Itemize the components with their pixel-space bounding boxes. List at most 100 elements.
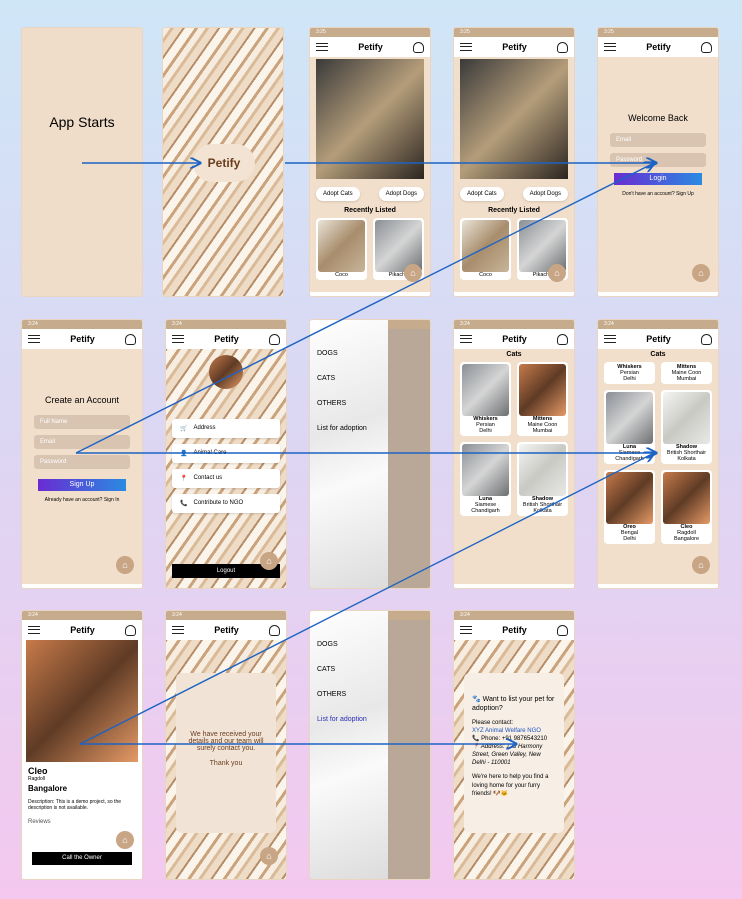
drawer-item-cats[interactable]: CATS — [310, 658, 388, 683]
app-title: Petify — [70, 334, 95, 344]
cat-card[interactable]: Whiskers Persian Delhi — [604, 362, 655, 384]
cart-icon: 🛒 — [180, 426, 188, 432]
profile-screen: 3:24 Petify 🛒 Address 👤 Animal Care 📍 Conta… — [166, 320, 286, 588]
drawer-item-list[interactable]: List for adoption — [310, 417, 388, 442]
home-icon[interactable]: ⌂ — [260, 552, 278, 570]
profile-icon[interactable] — [556, 41, 568, 53]
app-starts-label: App Starts — [49, 114, 115, 130]
thank-you-text: Thank you — [209, 760, 243, 767]
info-heading: 🐾 Want to list your pet for adoption? — [472, 696, 555, 713]
home-icon[interactable]: ⌂ — [692, 264, 710, 282]
address-item[interactable]: 🛒 Address — [172, 419, 280, 438]
profile-icon[interactable] — [700, 333, 712, 345]
login-screen: 3:25 Petify Welcome Back Email Password … — [598, 28, 718, 296]
pin-icon: 📍 — [180, 476, 188, 482]
home-icon[interactable]: ⌂ — [116, 556, 134, 574]
adopt-dogs-button[interactable]: Adopt Dogs — [522, 187, 568, 201]
pet-card[interactable]: Coco — [460, 218, 511, 280]
menu-icon[interactable] — [460, 43, 472, 51]
info-ngo[interactable]: XYZ Animal Welfare NGO — [472, 727, 556, 735]
profile-icon[interactable] — [268, 624, 280, 636]
info-contact: Please contact: — [472, 719, 514, 726]
cat-card[interactable]: Shadow British Shorthair Kolkata — [661, 390, 712, 464]
pet-photo — [26, 640, 138, 762]
cat-card[interactable]: Oreo Bengal Delhi — [604, 470, 655, 544]
home-icon[interactable]: ⌂ — [116, 831, 134, 849]
cat-card[interactable]: Luna Siamese Chandigarh — [604, 390, 655, 464]
drawer-item-dogs[interactable]: DOGS — [310, 633, 388, 658]
drawer-item-others[interactable]: OTHERS — [310, 392, 388, 417]
home-icon[interactable]: ⌂ — [548, 264, 566, 282]
menu-icon[interactable] — [604, 43, 616, 51]
contribute-item[interactable]: 📞 Contribute to NGO — [172, 494, 280, 513]
app-title: Petify — [214, 334, 239, 344]
cat-card[interactable]: Mittens Maine Coon Mumbai — [517, 362, 568, 436]
full-name-field[interactable]: Full Name — [34, 415, 130, 429]
profile-icon[interactable] — [556, 624, 568, 636]
menu-icon[interactable] — [316, 43, 328, 51]
info-phone[interactable]: 📞 Phone: +91 9876543210 — [472, 735, 556, 743]
drawer-item-dogs[interactable]: DOGS — [310, 342, 388, 367]
profile-icon[interactable] — [412, 41, 424, 53]
signin-link[interactable]: Already have an account? Sign In — [22, 497, 142, 503]
adopt-cats-button[interactable]: Adopt Cats — [460, 187, 504, 201]
profile-icon[interactable] — [556, 333, 568, 345]
hero-banner[interactable] — [316, 59, 424, 179]
menu-icon[interactable] — [172, 335, 184, 343]
recently-listed-title: Recently Listed — [344, 207, 396, 214]
drawer-screen-1: 3:24 DOGS CATS OTHERS List for adoption — [310, 320, 430, 588]
password-field[interactable]: Password — [610, 153, 706, 167]
recently-listed-title: Recently Listed — [488, 207, 540, 214]
home-screen-1: 3:25 Petify Adopt Cats Adopt Dogs Recentl… — [310, 28, 430, 296]
menu-icon[interactable] — [460, 335, 472, 343]
menu-icon[interactable] — [460, 626, 472, 634]
signup-button[interactable]: Sign Up — [38, 479, 126, 491]
call-owner-button[interactable]: Call the Owner — [32, 852, 132, 865]
home-icon[interactable]: ⌂ — [260, 847, 278, 865]
login-button[interactable]: Login — [614, 173, 702, 185]
cat-card[interactable]: Luna Siamese Chandigarh — [460, 442, 511, 516]
hero-banner[interactable] — [460, 59, 568, 179]
app-title: Petify — [358, 42, 383, 52]
phone-icon: 📞 — [180, 501, 188, 507]
home-icon[interactable]: ⌂ — [404, 264, 422, 282]
side-drawer: DOGS CATS OTHERS List for adoption — [310, 611, 388, 879]
profile-icon[interactable] — [124, 624, 136, 636]
home-icon[interactable]: ⌂ — [692, 556, 710, 574]
profile-icon[interactable] — [268, 333, 280, 345]
cat-card[interactable]: Cleo Ragdoll Bangalore — [661, 470, 712, 544]
adopt-cats-button[interactable]: Adopt Cats — [316, 187, 360, 201]
email-field[interactable]: Email — [34, 435, 130, 449]
drawer-item-others[interactable]: OTHERS — [310, 683, 388, 708]
animal-care-item[interactable]: 👤 Animal Care — [172, 444, 280, 463]
menu-icon[interactable] — [604, 335, 616, 343]
menu-icon[interactable] — [28, 626, 40, 634]
home-screen-2: 3:25 Petify Adopt Cats Adopt Dogs Recentl… — [454, 28, 574, 296]
profile-icon[interactable] — [124, 333, 136, 345]
confirmation-card: We have received your details and our te… — [176, 673, 276, 833]
contact-us-item[interactable]: 📍 Contact us — [172, 469, 280, 488]
signup-screen: 3:24 Petify Create an Account Full Name … — [22, 320, 142, 588]
info-card: 🐾 Want to list your pet for adoption? Pl… — [464, 673, 564, 833]
cat-card[interactable]: Mittens Maine Coon Mumbai — [661, 362, 712, 384]
password-field[interactable]: Password — [34, 455, 130, 469]
menu-icon[interactable] — [172, 626, 184, 634]
profile-icon[interactable] — [700, 41, 712, 53]
drawer-item-cats[interactable]: CATS — [310, 367, 388, 392]
cats-screen-1: 3:24 Petify Cats Whiskers Persian Delhi Mi… — [454, 320, 574, 588]
app-title: Petify — [646, 334, 671, 344]
menu-icon[interactable] — [28, 335, 40, 343]
cats-screen-2: 3:24 Petify Cats Whiskers Persian Delhi Mi… — [598, 320, 718, 588]
app-title: Petify — [214, 625, 239, 635]
info-closing: We're here to help you find a loving hom… — [472, 774, 549, 797]
app-title: Petify — [70, 625, 95, 635]
signup-link[interactable]: Don't have an account? Sign Up — [598, 191, 718, 197]
cat-card[interactable]: Whiskers Persian Delhi — [460, 362, 511, 436]
drawer-item-list[interactable]: List for adoption — [310, 708, 388, 733]
app-title: Petify — [646, 42, 671, 52]
confirmation-text: We have received your details and our te… — [188, 731, 264, 752]
email-field[interactable]: Email — [610, 133, 706, 147]
adopt-dogs-button[interactable]: Adopt Dogs — [378, 187, 424, 201]
pet-card[interactable]: Coco — [316, 218, 367, 280]
cat-card[interactable]: Shadow British Shorthair Kolkata — [517, 442, 568, 516]
